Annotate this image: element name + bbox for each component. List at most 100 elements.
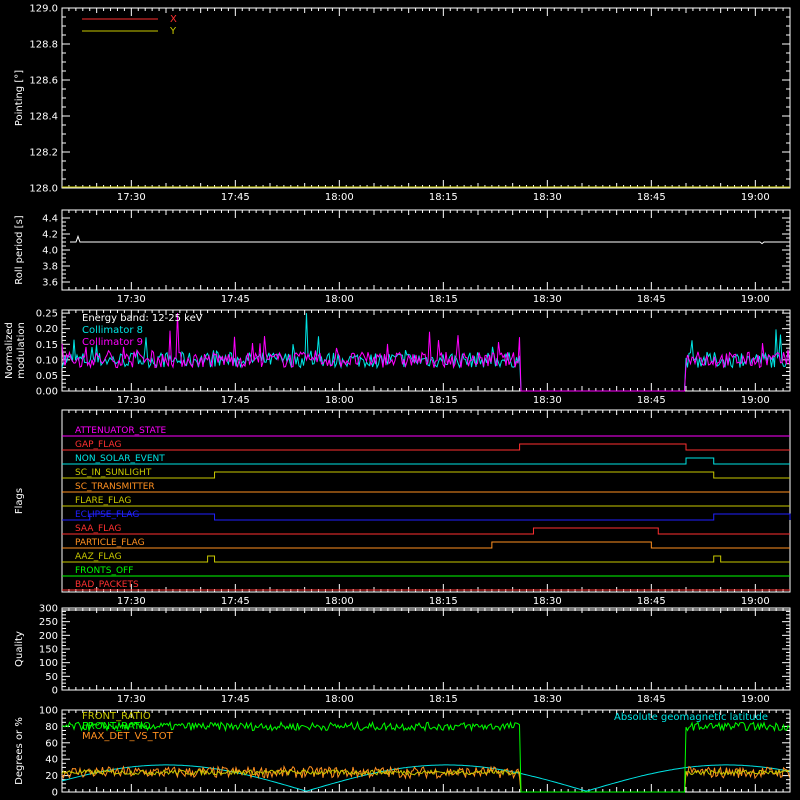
x-tick-label: 18:15 <box>429 596 458 607</box>
modulation-magenta <box>61 313 790 392</box>
y-tick-label: 3.6 <box>42 278 58 289</box>
y-tick-label: 128.0 <box>29 184 58 195</box>
legend-label: Collimator 9 <box>82 337 143 348</box>
flag-label: PARTICLE_FLAG <box>75 538 145 548</box>
x-tick-label: 19:00 <box>741 596 770 607</box>
x-tick-label: 18:30 <box>533 294 562 305</box>
x-tick-label: 18:30 <box>533 395 562 406</box>
panel-6: 020406080100Degrees or %FRONT_RATIOFRONT… <box>14 706 791 799</box>
flag-label: SC_TRANSMITTER <box>75 482 155 492</box>
x-tick-label: 18:30 <box>533 596 562 607</box>
y-tick-label: 250 <box>39 617 58 628</box>
y-tick-label: 129.0 <box>29 4 58 15</box>
flag-label: FLARE_FLAG <box>75 496 131 506</box>
y-axis-label: Flags <box>14 488 25 514</box>
x-tick-label: 18:30 <box>533 694 562 705</box>
y-tick-label: 128.6 <box>29 76 58 87</box>
y-tick-label: 0.15 <box>36 340 58 351</box>
panel-5: 17:30 17:45 18:00 18:15 18:30 18:45 19:00 0 50 10… <box>14 604 791 705</box>
y-tick-label: 0 <box>52 788 58 799</box>
panel-frame <box>61 409 791 593</box>
x-tick-label: 17:45 <box>221 694 250 705</box>
x-tick-label: 18:00 <box>325 294 354 305</box>
x-tick-label: 18:00 <box>325 694 354 705</box>
flag-label: NON_SOLAR_EVENT <box>75 454 165 464</box>
panel-1: 17:30 17:45 18:00 18:15 18:30 18:45 19:00 128.0… <box>14 4 791 203</box>
x-tick-label: 19:00 <box>741 192 770 203</box>
y-tick-label: 4.0 <box>42 246 58 257</box>
y-tick-label: 150 <box>39 645 58 656</box>
x-tick-label: 18:45 <box>637 294 666 305</box>
flag-line <box>62 457 790 465</box>
flag-line <box>62 471 790 479</box>
ratio-orange <box>61 764 790 793</box>
x-tick-label: 17:30 <box>117 694 146 705</box>
y-tick-label: 50 <box>45 672 58 683</box>
x-tick-label: 18:30 <box>533 192 562 203</box>
flag-label: BAD_PACKETS <box>75 580 139 590</box>
x-tick-label: 18:45 <box>637 395 666 406</box>
y-tick-label: 100 <box>39 706 58 717</box>
legend-label: MAX_DET_VS_TOT <box>82 731 174 742</box>
flag-line <box>62 555 790 563</box>
y-axis-label: Quality <box>14 631 25 667</box>
y-tick-label: 100 <box>39 658 58 669</box>
x-tick-label: 19:00 <box>741 294 770 305</box>
x-tick-label: 17:45 <box>221 395 250 406</box>
y-tick-label: 0.00 <box>36 387 58 398</box>
x-tick-label: 17:45 <box>221 294 250 305</box>
flag-line <box>62 513 791 521</box>
y-axis-label: Pointing [°] <box>14 70 25 126</box>
legend-label: Energy band: 12-25 keV <box>82 313 203 324</box>
x-tick-label: 18:45 <box>637 192 666 203</box>
x-tick-label: 17:30 <box>117 596 146 607</box>
ratio-yellow <box>61 768 790 793</box>
flag-label: GAP_FLAG <box>75 440 121 450</box>
y-tick-label: 3.8 <box>42 262 58 273</box>
panel-4: 17:30 17:45 18:00 18:15 18:30 18:45 19:00 Flags… <box>14 409 791 607</box>
flag-label: AAZ_FLAG <box>75 552 122 562</box>
x-tick-label: 17:30 <box>117 395 146 406</box>
legend-label: Y <box>169 26 177 37</box>
flag-line <box>62 443 790 451</box>
flag-label: SAA_FLAG <box>75 524 121 534</box>
y-tick-label: 0.05 <box>36 371 58 382</box>
y-tick-label: 0.20 <box>36 324 58 335</box>
flag-label: SC_IN_SUNLIGHT <box>75 468 152 478</box>
x-tick-label: 17:30 <box>117 294 146 305</box>
y-tick-label: 300 <box>39 604 58 615</box>
y-tick-label: 4.4 <box>42 214 58 225</box>
annotation-label: Absolute geomagnetic latitude <box>614 712 768 723</box>
legend-label: X <box>170 14 177 25</box>
flag-label: ATTENUATOR_STATE <box>75 426 167 436</box>
roll-period-line <box>70 234 790 245</box>
y-tick-label: 4.2 <box>42 230 58 241</box>
y-tick-label: 200 <box>39 631 58 642</box>
x-tick-label: 19:00 <box>741 694 770 705</box>
y-tick-label: 128.4 <box>29 112 58 123</box>
panel-3: 17:30 17:45 18:00 18:15 18:30 18:45 19:00 0.00 0… <box>4 309 791 406</box>
latitude-line <box>61 764 791 792</box>
x-tick-label: 17:30 <box>117 192 146 203</box>
y-tick-label: 40 <box>45 755 58 766</box>
rhessi-summary-figure: 17:30 17:45 18:00 18:15 18:30 18:45 19:00 128.0… <box>4 4 791 799</box>
flag-label: ECLIPSE_FLAG <box>75 510 139 520</box>
panel-frame <box>61 209 791 291</box>
x-tick-label: 17:45 <box>221 596 250 607</box>
flag-label: FRONTS_OFF <box>75 566 133 576</box>
x-tick-label: 18:00 <box>325 192 354 203</box>
y-tick-label: 80 <box>45 722 58 733</box>
x-tick-label: 18:00 <box>325 395 354 406</box>
y-tick-label: 0.10 <box>36 355 58 366</box>
x-tick-label: 17:45 <box>221 192 250 203</box>
flag-line <box>62 527 790 535</box>
legend-label: Collimator 8 <box>82 325 143 336</box>
x-tick-label: 19:00 <box>741 395 770 406</box>
y-tick-label: 60 <box>45 738 58 749</box>
flag-line <box>62 541 790 549</box>
y-tick-label: 0.25 <box>36 309 58 320</box>
y-tick-label: 20 <box>45 771 58 782</box>
y-tick-label: 128.2 <box>29 148 58 159</box>
x-tick-label: 18:45 <box>637 694 666 705</box>
y-axis-label: modulation <box>16 322 27 379</box>
